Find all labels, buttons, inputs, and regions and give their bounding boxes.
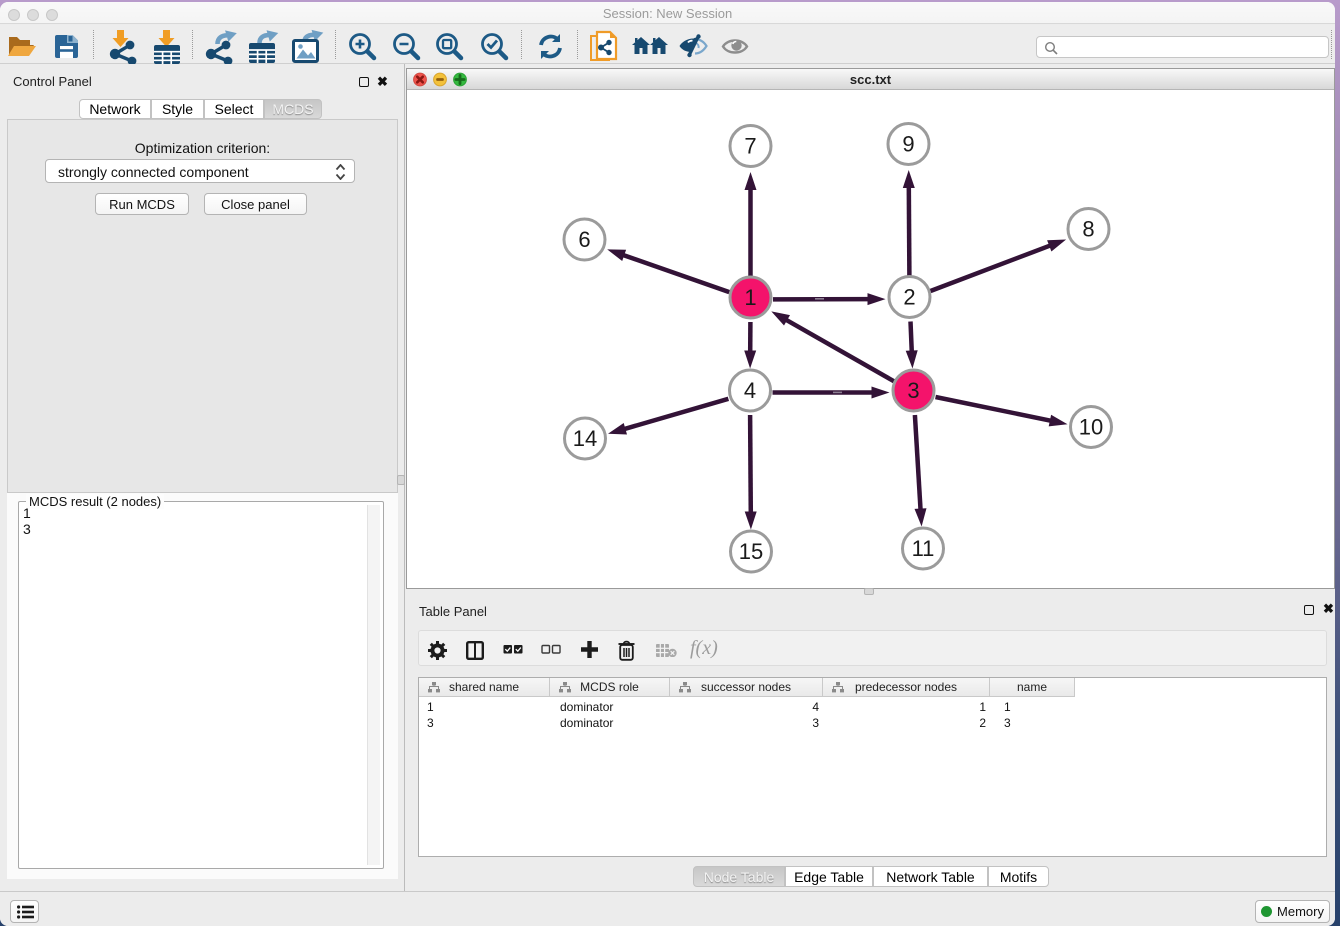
- svg-text:6: 6: [578, 227, 590, 252]
- svg-text:4: 4: [744, 378, 756, 403]
- svg-text:15: 15: [739, 539, 763, 564]
- svg-text:3: 3: [907, 378, 919, 403]
- svg-text:7: 7: [744, 134, 756, 159]
- svg-text:1: 1: [744, 285, 756, 310]
- svg-text:2: 2: [903, 285, 915, 310]
- svg-text:9: 9: [902, 132, 914, 157]
- svg-text:10: 10: [1079, 415, 1103, 440]
- svg-text:8: 8: [1082, 217, 1094, 242]
- svg-text:14: 14: [573, 426, 597, 451]
- svg-text:11: 11: [912, 536, 935, 561]
